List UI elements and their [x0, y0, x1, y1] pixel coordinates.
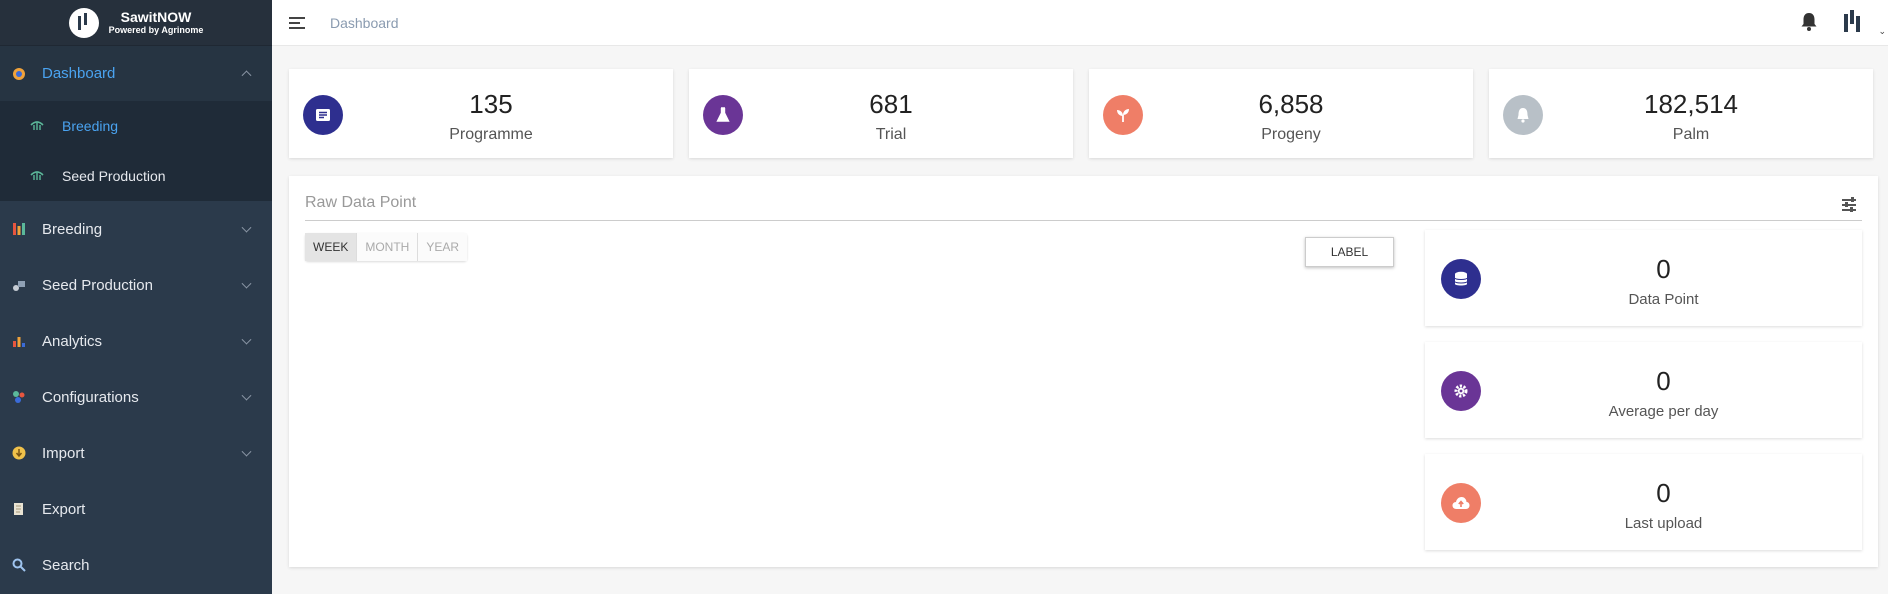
sidebar-item-label: Seed Production — [42, 276, 153, 294]
card-label: Average per day — [1608, 403, 1719, 420]
stat-card-trial[interactable]: 681 Trial — [689, 69, 1073, 158]
sidebar-item-breeding[interactable]: Breeding — [0, 201, 272, 257]
sidebar-item-import[interactable]: Import — [0, 425, 272, 481]
export-icon — [12, 502, 26, 516]
import-icon — [12, 446, 26, 460]
sidebar-item-dashboard[interactable]: Dashboard — [0, 46, 272, 101]
user-avatar-logo-icon[interactable] — [1842, 10, 1862, 32]
period-year-button[interactable]: YEAR — [418, 233, 468, 261]
sidebar-item-analytics[interactable]: Analytics — [0, 313, 272, 369]
chevron-down-icon[interactable]: ⌄ — [1878, 26, 1886, 37]
breeding-icon — [30, 119, 46, 134]
stat-card-palm[interactable]: 182,514 Palm — [1489, 69, 1873, 158]
stat-card-programme[interactable]: 135 Programme — [289, 69, 673, 158]
stat-label: Palm — [1672, 126, 1710, 143]
card-label: Last upload — [1624, 515, 1703, 532]
card-value: 0 — [1656, 366, 1671, 396]
panel-title: Raw Data Point — [305, 194, 417, 211]
sidebar-item-label: Analytics — [42, 332, 103, 350]
sidebar-item-label: Export — [42, 500, 86, 518]
card-value: 0 — [1656, 254, 1671, 284]
sidebar-subitem-seed-production[interactable]: Seed Production — [0, 151, 272, 201]
menu-toggle-icon[interactable] — [289, 16, 305, 29]
sidebar-item-export[interactable]: Export — [0, 481, 272, 537]
brand-logo-icon — [68, 7, 99, 38]
card-value: 0 — [1656, 478, 1671, 508]
sidebar-item-label: Search — [42, 556, 90, 574]
chevron-down-icon — [241, 446, 252, 457]
filter-settings-icon[interactable] — [1842, 197, 1856, 212]
chevron-up-icon — [241, 69, 252, 80]
brand-subtitle: Powered by Agrinome — [108, 25, 204, 35]
dashboard-icon — [12, 67, 26, 81]
raw-data-panel: Raw Data Point WEEK MONTH YEAR LABEL 0 D… — [289, 176, 1878, 567]
topbar: Dashboard ⌄ — [272, 0, 1888, 46]
sidebar-item-label: Breeding — [42, 220, 103, 238]
analytics-icon — [12, 334, 26, 348]
stat-value: 182,514 — [1644, 89, 1738, 119]
period-toggle-group: WEEK MONTH YEAR — [305, 233, 468, 261]
stat-label: Progeny — [1261, 126, 1321, 143]
chevron-down-icon — [241, 390, 252, 401]
seed-production-icon — [12, 278, 26, 292]
stat-value: 681 — [869, 89, 913, 119]
sidebar-subitem-label: Breeding — [62, 118, 119, 134]
stat-cards: 135 Programme 681 Trial 6,858 Progeny 18… — [289, 69, 1873, 158]
breeding-icon — [12, 222, 26, 236]
dashboard-submenu: Breeding Seed Production — [0, 101, 272, 201]
sidebar-subitem-breeding[interactable]: Breeding — [0, 101, 272, 151]
seed-production-icon — [30, 169, 46, 184]
card-label: Data Point — [1628, 291, 1699, 308]
sidebar-item-seed-production[interactable]: Seed Production — [0, 257, 272, 313]
brand[interactable]: SawitNOW Powered by Agrinome — [0, 0, 272, 46]
configurations-icon — [12, 390, 26, 404]
sidebar-item-label: Dashboard — [42, 65, 116, 82]
average-per-day-card[interactable]: 0 Average per day — [1425, 342, 1862, 438]
sidebar-item-configurations[interactable]: Configurations — [0, 369, 272, 425]
breadcrumb[interactable]: Dashboard — [330, 15, 399, 31]
stat-label: Trial — [875, 126, 907, 143]
chevron-down-icon — [241, 278, 252, 289]
sidebar: SawitNOW Powered by Agrinome Dashboard B… — [0, 0, 272, 594]
label-button[interactable]: LABEL — [1305, 237, 1394, 267]
brand-name: SawitNOW — [120, 9, 192, 25]
search-icon — [12, 558, 26, 572]
bell-icon[interactable] — [1800, 12, 1818, 32]
stat-value: 6,858 — [1258, 89, 1324, 119]
chevron-down-icon — [241, 222, 252, 233]
sidebar-item-search[interactable]: Search — [0, 537, 272, 593]
last-upload-card[interactable]: 0 Last upload — [1425, 454, 1862, 550]
stat-label: Programme — [449, 126, 533, 143]
sidebar-subitem-label: Seed Production — [62, 168, 166, 184]
period-week-button[interactable]: WEEK — [305, 233, 358, 261]
divider — [305, 220, 1862, 221]
period-month-button[interactable]: MONTH — [357, 233, 419, 261]
sidebar-item-label: Import — [42, 444, 85, 462]
sidebar-item-label: Configurations — [42, 388, 139, 406]
stat-card-progeny[interactable]: 6,858 Progeny — [1089, 69, 1473, 158]
stat-value: 135 — [469, 89, 513, 119]
chevron-down-icon — [241, 334, 252, 345]
data-point-card[interactable]: 0 Data Point — [1425, 230, 1862, 326]
